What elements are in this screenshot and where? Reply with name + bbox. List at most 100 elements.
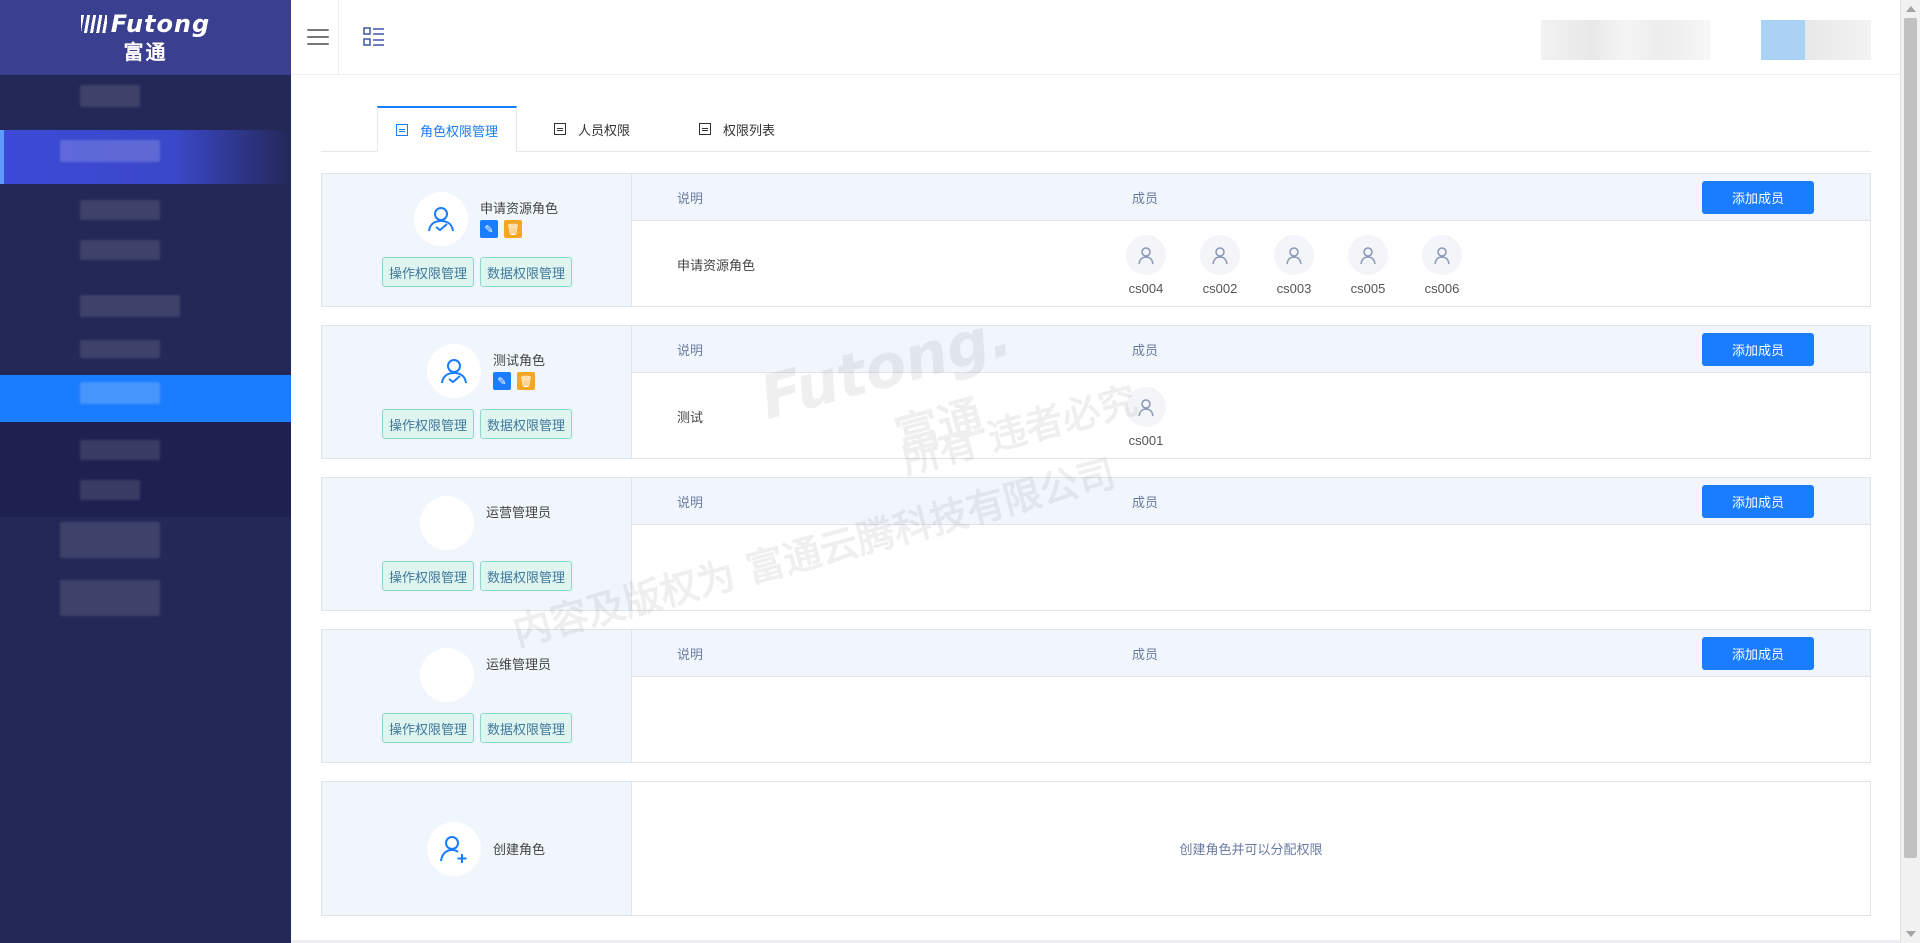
- user-icon: [1422, 235, 1462, 275]
- member-list: cs004 cs002 cs003 cs005 cs006: [1122, 235, 1466, 296]
- add-member-button[interactable]: 添加成员: [1702, 181, 1814, 214]
- sidebar-item-blurred[interactable]: [80, 480, 140, 500]
- role-description: 申请资源角色: [677, 259, 756, 274]
- data-permission-button[interactable]: 数据权限管理: [480, 561, 573, 591]
- operation-permission-button[interactable]: 操作权限管理: [382, 409, 475, 439]
- role-description: 测试: [677, 411, 704, 426]
- top-header: [291, 0, 1900, 75]
- add-user-icon: [440, 836, 467, 863]
- tab-permission-list[interactable]: 权限列表: [681, 106, 793, 152]
- member-name: cs001: [1128, 433, 1164, 448]
- tab-label: 人员权限: [578, 123, 631, 139]
- permission-buttons: 操作权限管理 数据权限管理: [382, 409, 573, 439]
- permission-buttons: 操作权限管理 数据权限管理: [382, 713, 573, 743]
- member-item[interactable]: cs001: [1122, 387, 1170, 448]
- member-item[interactable]: cs004: [1122, 235, 1170, 296]
- role-card-info: 运营管理员 操作权限管理 数据权限管理: [322, 478, 632, 610]
- data-permission-button[interactable]: 数据权限管理: [480, 409, 573, 439]
- logo-text: Futong: [110, 10, 211, 38]
- member-item[interactable]: cs003: [1270, 235, 1318, 296]
- sidebar-item-blurred[interactable]: [80, 295, 180, 317]
- sidebar-item-blurred[interactable]: [80, 340, 160, 358]
- create-role-info: 创建角色: [322, 782, 632, 915]
- column-members: 成员: [1132, 192, 1159, 207]
- role-card-header: 说明 成员 添加成员: [632, 478, 1870, 525]
- tab-label: 权限列表: [723, 123, 776, 139]
- tab-label: 角色权限管理: [420, 124, 499, 140]
- sidebar: Futong 富通: [0, 0, 291, 943]
- scroll-up-arrow-icon[interactable]: [1906, 6, 1916, 12]
- column-members: 成员: [1132, 344, 1159, 359]
- member-name: cs005: [1350, 281, 1386, 296]
- user-icon: [1126, 387, 1166, 427]
- role-name: 申请资源角色: [480, 202, 559, 217]
- add-member-button[interactable]: 添加成员: [1702, 485, 1814, 518]
- list-icon[interactable]: [361, 24, 387, 50]
- member-item[interactable]: cs002: [1196, 235, 1244, 296]
- sidebar-item-blurred[interactable]: [60, 580, 160, 616]
- scroll-thumb[interactable]: [1904, 18, 1917, 858]
- header-divider: [338, 0, 339, 75]
- role-avatar: [414, 192, 468, 246]
- tab-user-permission[interactable]: 人员权限: [536, 106, 648, 152]
- user-icon: [1200, 235, 1240, 275]
- data-permission-button[interactable]: 数据权限管理: [480, 257, 573, 287]
- document-icon: [554, 123, 566, 135]
- permission-buttons: 操作权限管理 数据权限管理: [382, 257, 573, 287]
- logo-subtext: 富通: [123, 40, 168, 64]
- sidebar-item-blurred[interactable]: [60, 522, 160, 558]
- create-role-hint: 创建角色并可以分配权限: [1179, 843, 1323, 858]
- member-name: cs006: [1424, 281, 1460, 296]
- create-role-card[interactable]: 创建角色 创建角色并可以分配权限: [321, 781, 1871, 916]
- user-icon: [441, 359, 467, 384]
- tab-bar: 角色权限管理 人员权限 权限列表: [321, 106, 1871, 153]
- vertical-scrollbar[interactable]: [1900, 0, 1920, 943]
- user-icon: [1274, 235, 1314, 275]
- member-name: cs004: [1128, 281, 1164, 296]
- trash-icon[interactable]: 🗑: [517, 372, 535, 390]
- futong-logo-mark-icon: [80, 15, 107, 33]
- user-info-blurred[interactable]: [1541, 20, 1711, 60]
- data-permission-button[interactable]: 数据权限管理: [480, 713, 573, 743]
- user-avatar-blurred[interactable]: [1761, 20, 1871, 60]
- wrench-icon[interactable]: ✎: [493, 372, 511, 390]
- role-card-header: 说明 成员 添加成员: [632, 174, 1870, 221]
- wrench-icon[interactable]: ✎: [480, 220, 498, 238]
- column-description: 说明: [677, 344, 704, 359]
- sidebar-item-blurred[interactable]: [80, 200, 160, 220]
- sidebar-item-blurred[interactable]: [80, 240, 160, 260]
- role-avatar: [427, 344, 481, 398]
- role-card-header: 说明 成员 添加成员: [632, 326, 1870, 373]
- user-icon: [1126, 235, 1166, 275]
- column-members: 成员: [1132, 648, 1159, 663]
- role-card: 运维管理员 操作权限管理 数据权限管理 说明 成员 添加成员: [321, 629, 1871, 763]
- role-card: 测试角色 ✎ 🗑 操作权限管理 数据权限管理 说明 成员 添加成员 测试 cs0…: [321, 325, 1871, 459]
- add-member-button[interactable]: 添加成员: [1702, 333, 1814, 366]
- operation-permission-button[interactable]: 操作权限管理: [382, 713, 475, 743]
- sidebar-item-blurred[interactable]: [80, 85, 140, 107]
- scroll-down-arrow-icon[interactable]: [1906, 931, 1916, 937]
- document-icon: [699, 123, 711, 135]
- role-name: 运维管理员: [486, 658, 552, 673]
- role-card: 运营管理员 操作权限管理 数据权限管理 说明 成员 添加成员: [321, 477, 1871, 611]
- sidebar-item-blurred[interactable]: [80, 440, 160, 460]
- role-actions: ✎ 🗑: [493, 372, 535, 390]
- create-role-label[interactable]: 创建角色: [493, 839, 545, 858]
- member-name: cs002: [1202, 281, 1238, 296]
- brand-logo[interactable]: Futong 富通: [0, 0, 291, 75]
- tab-role-permission[interactable]: 角色权限管理: [377, 106, 518, 153]
- add-member-button[interactable]: 添加成员: [1702, 637, 1814, 670]
- member-item[interactable]: cs005: [1344, 235, 1392, 296]
- permission-buttons: 操作权限管理 数据权限管理: [382, 561, 573, 591]
- trash-icon[interactable]: 🗑: [504, 220, 522, 238]
- operation-permission-button[interactable]: 操作权限管理: [382, 257, 475, 287]
- create-role-avatar[interactable]: [427, 822, 481, 876]
- role-card-info: 测试角色 ✎ 🗑 操作权限管理 数据权限管理: [322, 326, 632, 458]
- role-card-info: 申请资源角色 ✎ 🗑 操作权限管理 数据权限管理: [322, 174, 632, 306]
- role-actions: ✎ 🗑: [480, 220, 522, 238]
- operation-permission-button[interactable]: 操作权限管理: [382, 561, 475, 591]
- member-item[interactable]: cs006: [1418, 235, 1466, 296]
- role-card-info: 运维管理员 操作权限管理 数据权限管理: [322, 630, 632, 762]
- hamburger-icon[interactable]: [303, 22, 333, 52]
- member-list: cs001: [1122, 387, 1170, 448]
